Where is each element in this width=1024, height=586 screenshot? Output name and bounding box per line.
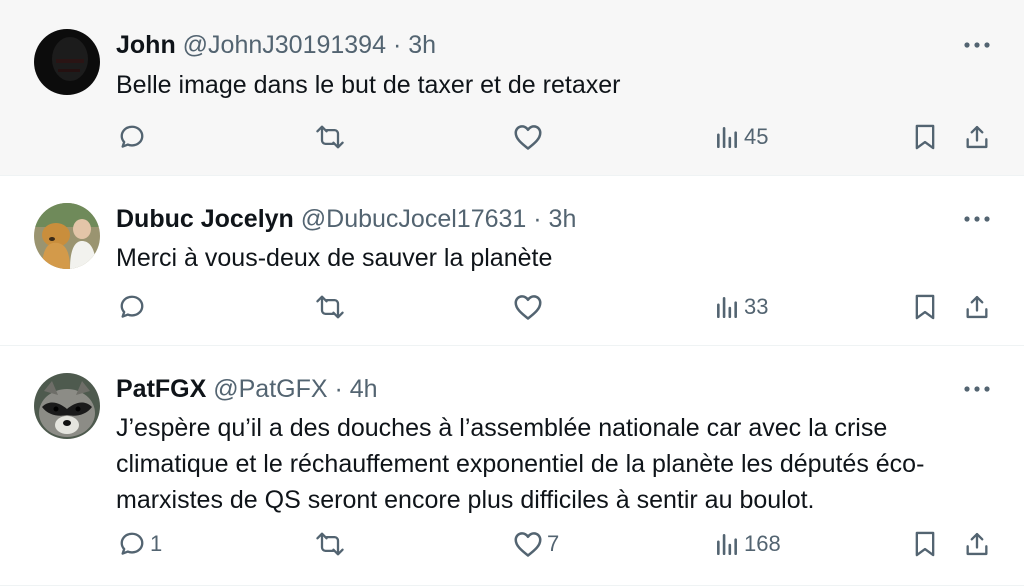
avatar[interactable] bbox=[34, 29, 100, 95]
tweet[interactable]: Dubuc Jocelyn @DubucJocel17631 · 3h Merc… bbox=[0, 176, 1024, 346]
like-button[interactable] bbox=[513, 117, 547, 157]
tweet-actions: 1 7 168 bbox=[0, 524, 1024, 564]
tweet-text: J’espère qu’il a des douches à l’assembl… bbox=[116, 410, 996, 518]
separator-dot: · bbox=[334, 375, 343, 403]
views-button[interactable]: 45 bbox=[714, 117, 768, 157]
view-count: 168 bbox=[744, 531, 781, 556]
user-name[interactable]: Dubuc Jocelyn bbox=[116, 205, 294, 233]
user-handle[interactable]: @PatGFX bbox=[213, 375, 327, 403]
tweet-text: Belle image dans le but de taxer et de r… bbox=[116, 71, 621, 99]
bookmark-button[interactable] bbox=[912, 117, 938, 157]
bookmark-icon bbox=[912, 293, 938, 321]
timestamp[interactable]: 3h bbox=[408, 31, 436, 59]
reply-icon bbox=[118, 530, 146, 558]
tweet[interactable]: PatFGX @PatGFX · 4h J’espère qu’il a des… bbox=[0, 346, 1024, 586]
bookmark-icon bbox=[912, 123, 938, 151]
timestamp[interactable]: 4h bbox=[350, 375, 378, 403]
bookmark-icon bbox=[912, 530, 938, 558]
user-name[interactable]: PatFGX bbox=[116, 375, 206, 403]
tweet-actions: 33 bbox=[0, 287, 1024, 327]
tweet-text: Merci à vous-deux de sauver la planète bbox=[116, 244, 553, 272]
retweet-icon bbox=[314, 293, 346, 321]
share-button[interactable] bbox=[963, 287, 991, 327]
more-options-icon[interactable] bbox=[962, 374, 992, 404]
user-handle[interactable]: @DubucJocel17631 bbox=[301, 205, 527, 233]
like-button[interactable] bbox=[513, 287, 547, 327]
retweet-button[interactable] bbox=[314, 117, 350, 157]
analytics-icon bbox=[714, 294, 740, 320]
more-options-icon[interactable] bbox=[962, 204, 992, 234]
views-button[interactable]: 33 bbox=[714, 287, 768, 327]
share-button[interactable] bbox=[963, 117, 991, 157]
tweet-text-line: climatique et le réchauffement exponenti… bbox=[116, 450, 925, 478]
retweet-button[interactable] bbox=[314, 287, 350, 327]
bookmark-button[interactable] bbox=[912, 287, 938, 327]
analytics-icon bbox=[714, 531, 740, 557]
avatar[interactable] bbox=[34, 373, 100, 439]
share-icon bbox=[963, 293, 991, 321]
bookmark-button[interactable] bbox=[912, 524, 938, 564]
reply-icon bbox=[118, 123, 146, 151]
tweet-header: Dubuc Jocelyn @DubucJocel17631 · 3h bbox=[116, 204, 576, 234]
reply-icon bbox=[118, 293, 146, 321]
retweet-icon bbox=[314, 530, 346, 558]
tweet-text-line: J’espère qu’il a des douches à l’assembl… bbox=[116, 414, 888, 442]
separator-dot: · bbox=[533, 205, 542, 233]
view-count: 33 bbox=[744, 294, 769, 319]
retweet-button[interactable] bbox=[314, 524, 350, 564]
separator-dot: · bbox=[392, 31, 402, 59]
views-button[interactable]: 168 bbox=[714, 524, 781, 564]
analytics-icon bbox=[714, 124, 740, 150]
avatar[interactable] bbox=[34, 203, 100, 269]
like-button[interactable]: 7 bbox=[513, 524, 559, 564]
reply-button[interactable] bbox=[118, 287, 150, 327]
share-icon bbox=[963, 530, 991, 558]
reply-button[interactable] bbox=[118, 117, 150, 157]
tweet-actions: 45 bbox=[0, 117, 1024, 157]
heart-icon bbox=[513, 530, 543, 558]
share-icon bbox=[963, 123, 991, 151]
tweet-text-line: marxistes de QS seront encore plus diffi… bbox=[116, 486, 815, 514]
reply-button[interactable]: 1 bbox=[118, 524, 162, 564]
tweet-header: John @JohnJ30191394 · 3h bbox=[116, 30, 436, 60]
reply-count: 1 bbox=[150, 531, 163, 556]
retweet-icon bbox=[314, 123, 346, 151]
tweet[interactable]: John @JohnJ30191394 · 3h Belle image dan… bbox=[0, 0, 1024, 176]
view-count: 45 bbox=[744, 124, 769, 149]
like-count: 7 bbox=[547, 531, 560, 556]
user-handle[interactable]: @JohnJ30191394 bbox=[183, 31, 386, 59]
heart-icon bbox=[513, 293, 543, 321]
share-button[interactable] bbox=[963, 524, 991, 564]
timestamp[interactable]: 3h bbox=[549, 205, 577, 233]
tweet-header: PatFGX @PatGFX · 4h bbox=[116, 374, 378, 404]
more-options-icon[interactable] bbox=[962, 30, 992, 60]
heart-icon bbox=[513, 123, 543, 151]
user-name[interactable]: John bbox=[116, 31, 176, 59]
